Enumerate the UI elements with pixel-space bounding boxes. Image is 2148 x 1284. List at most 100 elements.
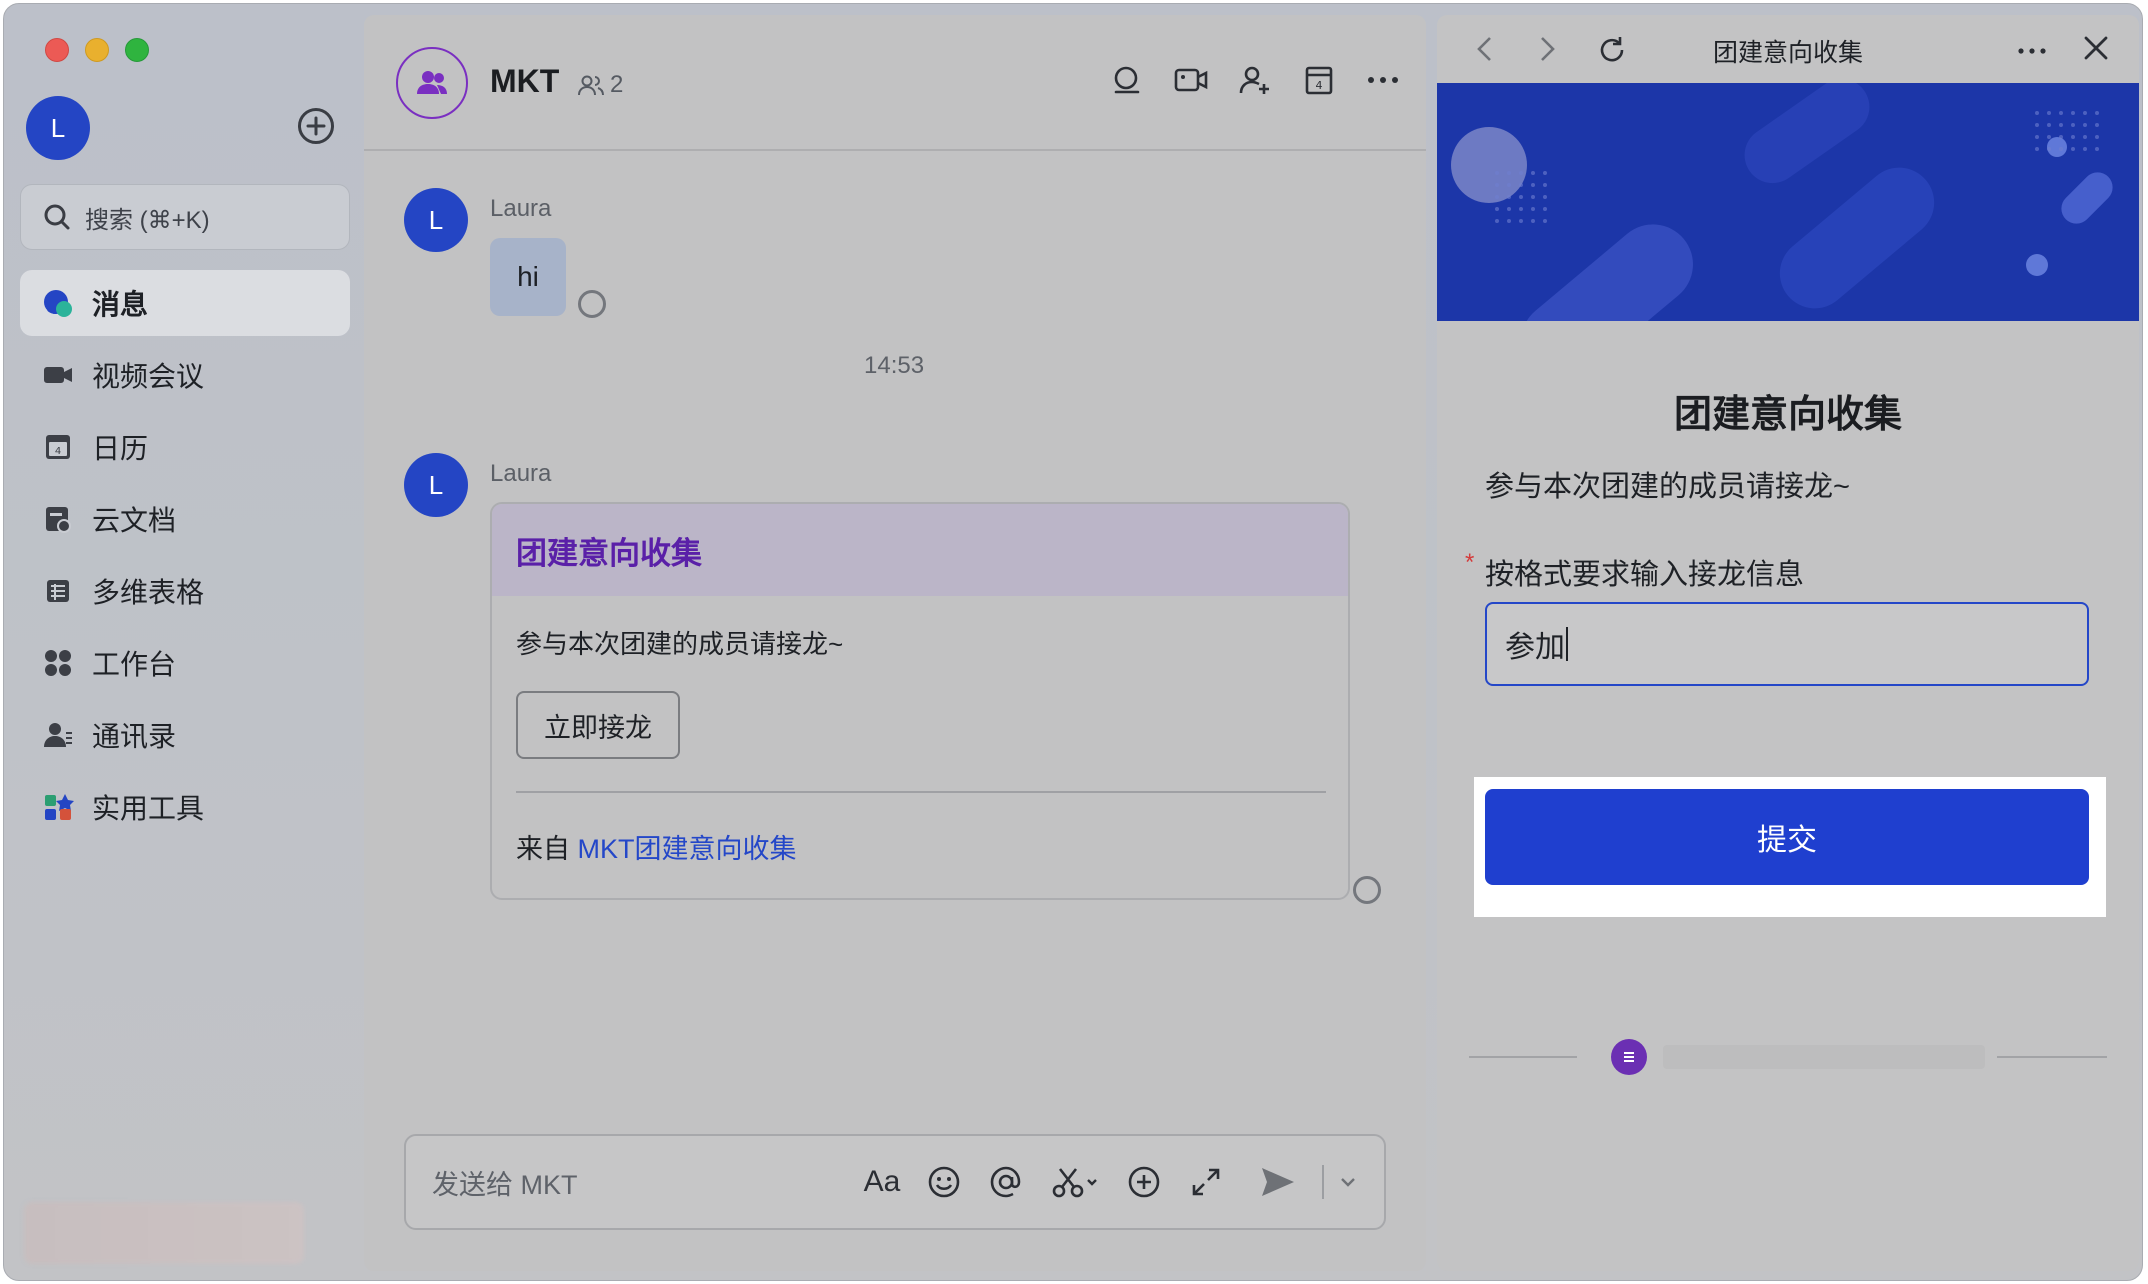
panel-close-button[interactable] <box>2083 35 2109 66</box>
app-window: L 搜索 (⌘+K) 消息 视频会议 4 日历 云文档 多维表格 工作台 通讯录… <box>3 3 2143 1281</box>
card-divider <box>516 791 1326 793</box>
sidebar-item-label: 日历 <box>92 433 149 464</box>
table-icon <box>42 575 74 607</box>
expand-icon <box>1192 1168 1220 1196</box>
sidebar-item-bitable[interactable]: 多维表格 <box>20 558 350 624</box>
read-status-icon <box>578 290 606 318</box>
message-icon <box>42 287 74 319</box>
form-description: 参与本次团建的成员请接龙~ <box>1485 471 1850 503</box>
svg-text:4: 4 <box>55 446 61 457</box>
add-attachment-button[interactable] <box>1126 1164 1162 1200</box>
sidebar-item-workplace[interactable]: 工作台 <box>20 630 350 696</box>
search-placeholder: 搜索 (⌘+K) <box>85 206 210 234</box>
form-brand-icon <box>1611 1039 1647 1075</box>
required-mark: * <box>1465 549 1475 576</box>
message-bubble[interactable]: hi <box>490 238 566 316</box>
chat-search-button[interactable] <box>1110 63 1144 97</box>
card-source-link[interactable]: MKT团建意向收集 <box>578 834 797 864</box>
emoji-icon <box>928 1166 960 1198</box>
sender-avatar[interactable]: L <box>404 453 468 517</box>
composer-placeholder[interactable]: 发送给 MKT <box>432 1163 864 1202</box>
sender-avatar[interactable]: L <box>404 188 468 252</box>
banner-decoration <box>1451 83 2113 321</box>
sidebar-item-label: 实用工具 <box>92 793 205 824</box>
close-icon <box>2084 36 2108 60</box>
card-source-prefix: 来自 <box>516 834 578 864</box>
group-name[interactable]: MKT <box>490 63 559 100</box>
calendar-icon: 4 <box>1305 66 1333 95</box>
plus-icon <box>306 116 326 136</box>
card-source: 来自 MKT团建意向收集 <box>516 827 1324 866</box>
message-composer[interactable]: 发送给 MKT Aa <box>404 1134 1386 1230</box>
group-icon <box>417 71 447 94</box>
sidebar-item-calendar[interactable]: 4 日历 <box>20 414 350 480</box>
group-avatar[interactable] <box>396 47 468 119</box>
add-button[interactable] <box>298 108 334 144</box>
submit-button[interactable]: 提交 <box>1485 789 2089 885</box>
user-avatar[interactable]: L <box>26 96 90 160</box>
video-icon <box>1174 68 1208 92</box>
sidebar-item-label: 云文档 <box>92 505 177 536</box>
footer-divider <box>1997 1056 2107 1058</box>
text-caret <box>1566 627 1568 661</box>
svg-text:4: 4 <box>1316 79 1323 92</box>
read-status-icon <box>1353 876 1381 904</box>
more-icon <box>2018 47 2046 54</box>
minimize-window-button[interactable] <box>85 38 109 62</box>
sidebar-item-cloud-docs[interactable]: 云文档 <box>20 486 350 552</box>
format-text-icon: Aa <box>863 1165 901 1198</box>
header-toolbar: 4 <box>1110 63 1400 97</box>
calendar-button[interactable]: 4 <box>1302 63 1336 97</box>
member-count-value: 2 <box>610 71 624 98</box>
sidebar-item-messages[interactable]: 消息 <box>20 270 350 336</box>
form-card: 团建意向收集 参与本次团建的成员请接龙~ 立即接龙 来自 MKT团建意向收集 <box>490 502 1350 900</box>
emoji-button[interactable] <box>926 1164 962 1200</box>
calendar-icon: 4 <box>42 431 74 463</box>
window-controls <box>45 38 149 62</box>
member-count[interactable]: 2 <box>578 71 623 99</box>
send-icon <box>1262 1168 1294 1196</box>
sidebar-item-video-meeting[interactable]: 视频会议 <box>20 342 350 408</box>
composer-toolbar: Aa <box>864 1164 1358 1200</box>
chat-search-icon <box>1114 66 1140 94</box>
members-icon <box>578 75 604 96</box>
screenshot-button[interactable] <box>1050 1164 1100 1200</box>
more-button[interactable] <box>1366 63 1400 97</box>
footer-blurred-text <box>1663 1045 1985 1069</box>
chat-panel: MKT 2 4 L Laura hi 14:53 L Laura 团建意向收集 … <box>364 15 1426 1271</box>
card-description: 参与本次团建的成员请接龙~ <box>516 629 844 659</box>
sidebar-item-label: 消息 <box>92 289 149 320</box>
video-meeting-icon <box>42 359 74 391</box>
plus-circle-icon <box>1128 1166 1160 1198</box>
at-mention-icon <box>990 1166 1021 1198</box>
chevron-down-icon <box>1341 1178 1355 1187</box>
add-member-icon <box>1239 66 1269 94</box>
workplace-icon <box>42 647 74 679</box>
chat-header: MKT 2 4 <box>364 15 1426 151</box>
video-call-button[interactable] <box>1174 63 1208 97</box>
sidebar-item-label: 工作台 <box>92 649 177 680</box>
zoom-window-button[interactable] <box>125 38 149 62</box>
search-box[interactable]: 搜索 (⌘+K) <box>20 184 350 250</box>
sender-name: Laura <box>490 195 552 222</box>
sidebar-nav: 消息 视频会议 4 日历 云文档 多维表格 工作台 通讯录 实用工具 <box>20 270 350 846</box>
panel-toolbar: 团建意向收集 <box>1437 15 2139 83</box>
sidebar-item-contacts[interactable]: 通讯录 <box>20 702 350 768</box>
send-options-button[interactable] <box>1338 1164 1358 1200</box>
sidebar-item-tools[interactable]: 实用工具 <box>20 774 350 840</box>
field-label: * 按格式要求输入接龙信息 <box>1465 549 1804 593</box>
format-text-button[interactable]: Aa <box>863 1164 901 1200</box>
join-now-button[interactable]: 立即接龙 <box>516 691 680 759</box>
more-icon <box>1368 77 1398 83</box>
solitaire-input[interactable]: 参加 <box>1485 602 2089 686</box>
close-window-button[interactable] <box>45 38 69 62</box>
mention-button[interactable] <box>988 1164 1024 1200</box>
contacts-icon <box>42 719 74 751</box>
form-title: 团建意向收集 <box>1673 394 1902 436</box>
add-member-button[interactable] <box>1238 63 1272 97</box>
sidebar-item-label: 通讯录 <box>92 721 177 752</box>
expand-composer-button[interactable] <box>1188 1164 1224 1200</box>
panel-more-button[interactable] <box>2017 42 2047 60</box>
solitaire-input-value: 参加 <box>1505 631 1565 664</box>
send-button[interactable] <box>1260 1164 1296 1200</box>
